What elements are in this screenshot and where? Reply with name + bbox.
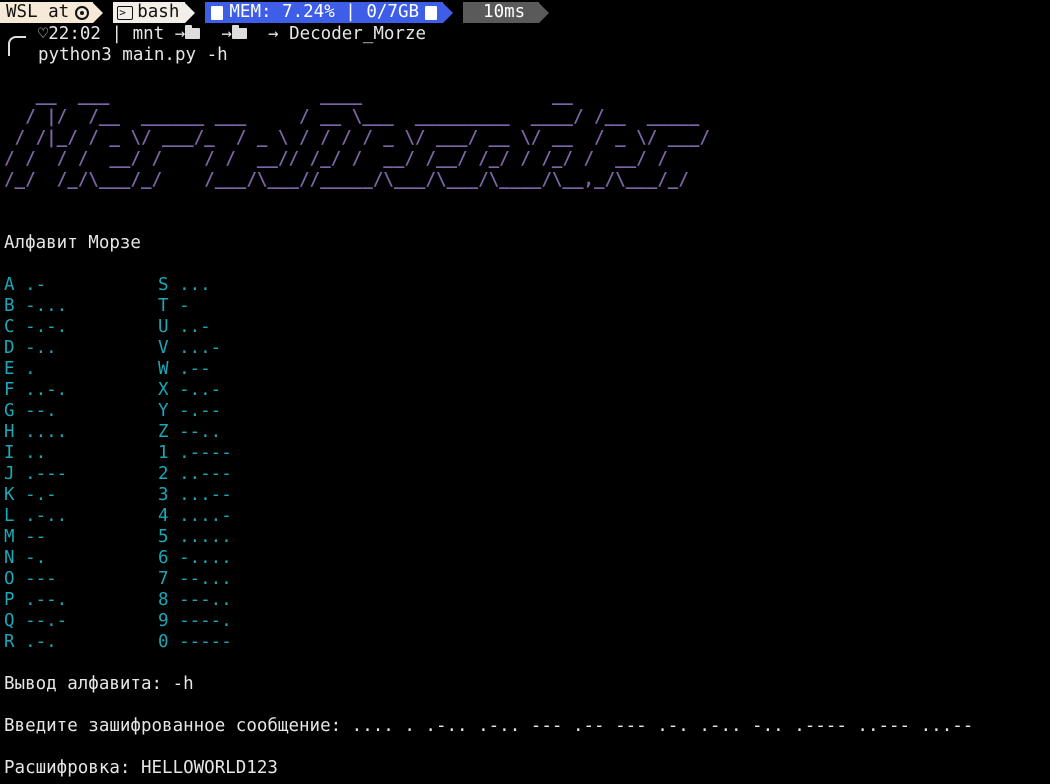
- morse-entry: 1 .----: [158, 443, 232, 463]
- morse-entry: C -.-.: [4, 317, 68, 337]
- morse-entry: S ...: [158, 275, 211, 295]
- arrow-right-icon: →: [174, 24, 186, 44]
- segment-separator-icon: [539, 2, 550, 23]
- morse-entry: 2 ..---: [158, 464, 232, 484]
- morse-entry: 8 ---..: [158, 590, 232, 610]
- folder-icon: [231, 24, 247, 39]
- morse-entry: L .-..: [4, 506, 68, 526]
- morse-entry: Y -.--: [158, 401, 222, 421]
- encrypted-input-line: Введите зашифрованное сообщение: .... . …: [4, 716, 974, 736]
- morse-entry: T -: [158, 296, 190, 316]
- morse-entry: K -.-: [4, 485, 57, 505]
- morse-entry: 4 ....-: [158, 506, 232, 526]
- segment-separator-icon: [185, 2, 196, 23]
- memory-label: MEM: 7.24% | 0/7GB: [229, 2, 420, 22]
- morse-entry: D -..: [4, 338, 57, 358]
- ascii-banner: __ ___ ____ __ / |/ /__ ______ ___ / __ …: [4, 86, 710, 190]
- duration-segment: 10ms: [463, 2, 540, 23]
- decoded-output-line: Расшифровка: HELLOWORLD123: [4, 758, 278, 778]
- alphabet-title: Алфавит Морзе: [4, 233, 141, 253]
- morse-entry: I ..: [4, 443, 47, 463]
- memory-chip-icon: [211, 5, 224, 20]
- prompt-status-bar: WSL at bash MEM: 7.24% | 0/7GB 10ms: [0, 2, 550, 23]
- morse-entry: V ...-: [158, 338, 222, 358]
- arrow-right-icon: →: [221, 24, 232, 44]
- morse-entry: R .-.: [4, 632, 57, 652]
- morse-entry: J .---: [4, 464, 68, 484]
- morse-entry: M --: [4, 527, 47, 547]
- folder-icon: [185, 24, 201, 39]
- heart-icon: ♡: [38, 24, 49, 44]
- morse-entry: E .: [4, 359, 36, 379]
- morse-entry: 3 ...--: [158, 485, 232, 505]
- segment-separator-icon: [93, 2, 104, 23]
- morse-entry: G --.: [4, 401, 57, 421]
- morse-entry: B -...: [4, 296, 68, 316]
- shell-label: bash: [137, 2, 180, 22]
- alphabet-column-right: S ... T -U ..- V ...- W .-- X -..- Y -.-- Z --…: [158, 275, 232, 653]
- morse-entry: 7 --...: [158, 569, 232, 589]
- morse-entry: Q --.-: [4, 611, 68, 631]
- morse-entry: N -.: [4, 548, 47, 568]
- morse-entry: U ..-: [158, 317, 211, 337]
- morse-entry: X -..-: [158, 380, 222, 400]
- terminal-icon: [117, 2, 134, 23]
- memory-chip-icon: [425, 5, 438, 20]
- alphabet-column-left: A .- B -... C -.-. D -.. E .F ..-. G --. H ...…: [4, 275, 67, 653]
- memory-segment: MEM: 7.24% | 0/7GB: [205, 2, 444, 23]
- morse-entry: F ..-.: [4, 380, 68, 400]
- duration-label: 10ms: [483, 2, 526, 22]
- morse-entry: 5 .....: [158, 527, 232, 547]
- morse-entry: P .--.: [4, 590, 68, 610]
- morse-entry: W .--: [158, 359, 211, 379]
- prompt-time: 22:02: [48, 24, 101, 44]
- path-segment-mnt: mnt: [132, 24, 165, 44]
- morse-entry: 6 -....: [158, 548, 232, 568]
- shell-segment: bash: [113, 2, 186, 23]
- morse-entry: H ....: [4, 422, 68, 442]
- prompt-bracket-icon: [8, 36, 26, 56]
- ubuntu-icon: [75, 5, 90, 20]
- terminal-window[interactable]: WSL at bash MEM: 7.24% | 0/7GB 10ms ♡22:…: [0, 0, 1050, 784]
- wsl-label: WSL at: [6, 2, 70, 22]
- segment-separator-icon: [443, 2, 454, 23]
- morse-entry: A .-: [4, 275, 47, 295]
- command-line: python3 main.py -h: [38, 45, 228, 65]
- wsl-segment: WSL at: [0, 2, 94, 23]
- path-segment-project: Decoder_Morze: [289, 24, 427, 44]
- prompt-separator: |: [111, 24, 123, 44]
- morse-entry: 0 -----: [158, 632, 232, 652]
- morse-entry: Z --..: [158, 422, 222, 442]
- arrow-right-icon: →: [267, 24, 279, 44]
- morse-entry: O ---: [4, 569, 57, 589]
- alphabet-flag-output: Вывод алфавита: -h: [4, 674, 194, 694]
- morse-entry: 9 ----.: [158, 611, 232, 631]
- prompt-path-line: ♡22:02 | mnt → → → Decoder_Morze: [38, 24, 426, 45]
